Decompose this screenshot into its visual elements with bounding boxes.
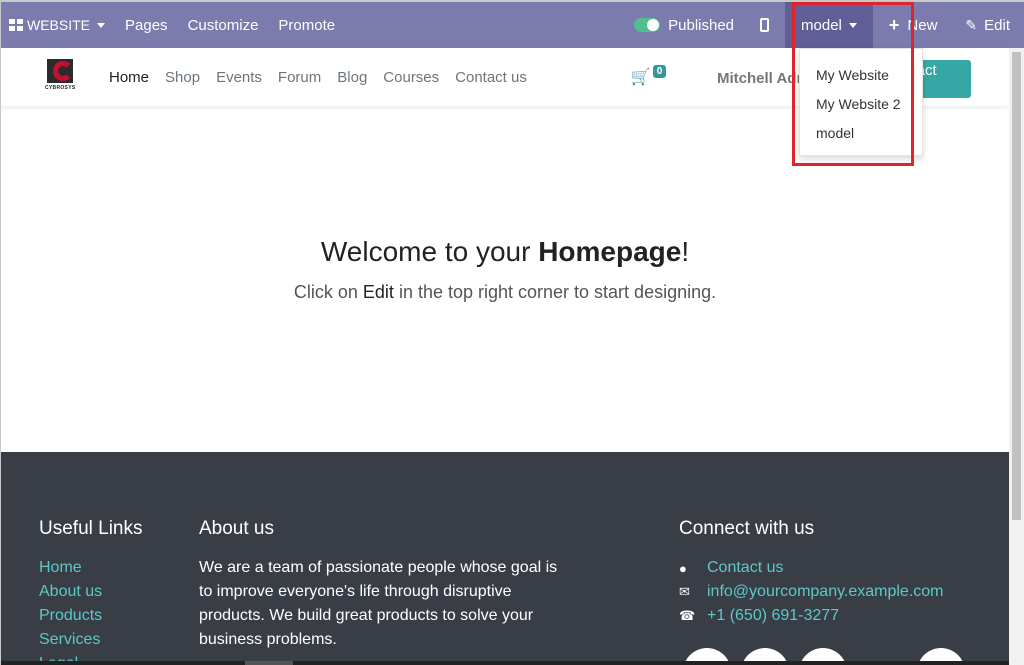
footer-useful-links: Useful Links Home About us Products Serv… xyxy=(39,518,143,665)
nav-contact-us[interactable]: Contact us xyxy=(455,69,527,86)
footer-link-home[interactable]: Home xyxy=(39,556,143,580)
shopping-cart-icon: 🛒 xyxy=(630,69,651,86)
dropdown-item-my-website-2[interactable]: My Website 2 xyxy=(800,90,922,119)
scrollbar-thumb[interactable] xyxy=(1012,52,1021,520)
mobile-preview-button[interactable] xyxy=(744,2,785,48)
new-label: New xyxy=(907,16,938,34)
footer-about: About us We are a team of passionate peo… xyxy=(199,518,569,652)
customize-menu[interactable]: Customize xyxy=(178,2,269,48)
published-label: Published xyxy=(668,16,735,34)
footer-email-link[interactable]: ✉ info@yourcompany.example.com xyxy=(679,580,944,604)
caret-down-icon xyxy=(848,22,857,28)
nav-courses[interactable]: Courses xyxy=(383,69,439,86)
homepage-hero: Welcome to your Homepage! Click on Edit … xyxy=(1,106,1009,452)
browser-viewport: WEBSITE Pages Customize Promote Publishe… xyxy=(0,0,1024,665)
hero-sub-suffix: in the top right corner to start designi… xyxy=(393,282,717,302)
hero-title-bold: Homepage xyxy=(538,236,682,267)
hero-title-prefix: Welcome to your xyxy=(320,236,539,267)
hero-title: Welcome to your Homepage! xyxy=(1,236,1009,268)
footer-connect: Connect with us ● Contact us ✉ info@your… xyxy=(679,518,944,628)
logo-mark xyxy=(53,61,73,81)
comment-icon: ● xyxy=(679,560,687,576)
footer-phone-link[interactable]: ☎ +1 (650) 691-3277 xyxy=(679,604,944,628)
nav-blog[interactable]: Blog xyxy=(337,69,367,86)
hero-title-suffix: ! xyxy=(681,236,690,267)
nav-home[interactable]: Home xyxy=(109,69,149,86)
plus-icon: + xyxy=(888,14,900,35)
footer-email-label: info@yourcompany.example.com xyxy=(707,583,944,600)
promote-menu[interactable]: Promote xyxy=(268,2,345,48)
admin-bar: WEBSITE Pages Customize Promote Publishe… xyxy=(1,2,1024,48)
hero-sub-prefix: Click on xyxy=(293,282,363,302)
nav-shop[interactable]: Shop xyxy=(165,69,200,86)
vertical-scrollbar[interactable] xyxy=(1009,48,1024,665)
website-switcher-button[interactable]: model xyxy=(785,2,873,48)
website-menu-button[interactable]: WEBSITE xyxy=(1,2,115,48)
cart-count-badge: 0 xyxy=(652,64,667,78)
connect-title: Connect with us xyxy=(679,518,815,539)
main-menu: Home Shop Events Forum Blog Courses Cont… xyxy=(109,69,543,86)
caret-down-icon xyxy=(97,22,106,28)
footer-phone-label: +1 (650) 691-3277 xyxy=(707,607,840,624)
hero-subtitle: Click on Edit in the top right corner to… xyxy=(1,282,1009,303)
new-button[interactable]: + New xyxy=(873,2,954,48)
about-text: We are a team of passionate people whose… xyxy=(199,559,558,648)
mobile-phone-icon xyxy=(760,18,770,32)
nav-events[interactable]: Events xyxy=(216,69,262,86)
dropdown-item-my-website[interactable]: My Website xyxy=(800,61,922,90)
toggle-switch-icon xyxy=(634,18,661,32)
cart-link[interactable]: 🛒 0 xyxy=(630,64,667,87)
taskbar-item xyxy=(245,661,293,665)
useful-links-title: Useful Links xyxy=(39,518,143,539)
logo-text: CYBROSYS xyxy=(45,85,76,91)
footer-link-services[interactable]: Services xyxy=(39,628,143,652)
footer-link-products[interactable]: Products xyxy=(39,604,143,628)
published-toggle[interactable]: Published xyxy=(624,2,744,48)
footer-link-about[interactable]: About us xyxy=(39,580,143,604)
apps-grid-icon xyxy=(9,19,23,31)
company-logo[interactable]: CYBROSYS xyxy=(45,59,79,95)
website-switcher-label: model xyxy=(801,16,842,34)
site-footer: Useful Links Home About us Products Serv… xyxy=(1,452,1009,665)
edit-label: Edit xyxy=(984,16,1010,34)
nav-forum[interactable]: Forum xyxy=(278,69,321,86)
pages-menu[interactable]: Pages xyxy=(115,2,178,48)
website-switcher-dropdown: My Website My Website 2 model xyxy=(799,48,923,156)
footer-contact-label: Contact us xyxy=(707,559,784,576)
footer-contact-link[interactable]: ● Contact us xyxy=(679,556,944,580)
website-menu-label: WEBSITE xyxy=(27,17,91,33)
about-title: About us xyxy=(199,518,274,539)
edit-button[interactable]: ✎ Edit xyxy=(953,2,1024,48)
dropdown-item-model[interactable]: model xyxy=(800,119,922,148)
pencil-icon: ✎ xyxy=(965,16,978,33)
envelope-icon: ✉ xyxy=(679,584,690,599)
hero-sub-bold: Edit xyxy=(362,282,394,302)
taskbar-strip xyxy=(1,661,1009,665)
phone-icon: ☎ xyxy=(679,608,696,623)
